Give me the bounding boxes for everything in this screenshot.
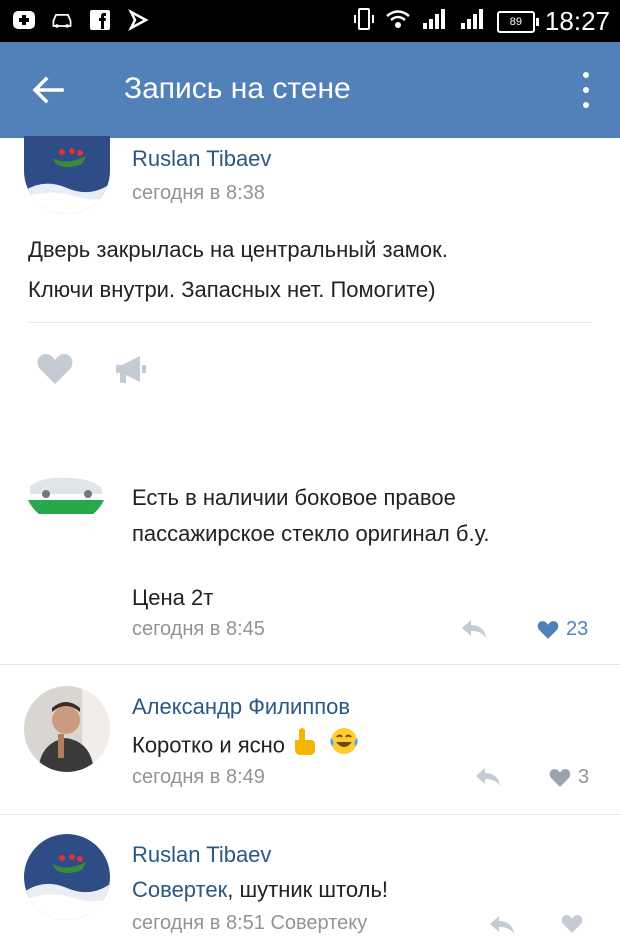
vibrate-icon (353, 6, 375, 37)
battery-icon: 89 (496, 10, 539, 33)
menu-dot (583, 87, 589, 93)
comment-like-count-1: 23 (566, 618, 589, 640)
status-bar: 89 18:27 (0, 0, 620, 42)
comment-author-name-2[interactable]: Александр Филиппов (132, 694, 350, 720)
comment-text-3-content: , шутник штоль! (227, 877, 389, 902)
plus-notification-icon (12, 8, 36, 32)
pointing-hand-emoji-icon (291, 726, 317, 767)
battery-level: 89 (509, 15, 523, 28)
system-status: 89 18:27 (353, 6, 610, 37)
comment-text-2-content: Коротко и ясно (132, 732, 286, 758)
post-author-name[interactable]: Ruslan Tibaev (132, 146, 271, 172)
comment-time-2: сегодня в 8:49 (132, 766, 265, 788)
reply-icon (490, 916, 514, 934)
post-time: сегодня в 8:38 (132, 182, 265, 204)
comment-time-1: сегодня в 8:45 (132, 618, 265, 640)
reply-to-link[interactable]: Совертеку (270, 912, 367, 934)
comment-divider-1 (0, 664, 620, 665)
page-title: Запись на стене (124, 72, 351, 105)
comment-text-1-line-2: пассажирское стекло оригинал б.у. (132, 521, 490, 546)
reply-icon (476, 768, 500, 786)
comment-like-count-2: 3 (578, 766, 590, 788)
comment-reply-button-3[interactable] (488, 914, 516, 941)
comment-text-2: Коротко и ясно (132, 726, 359, 767)
comment-reply-button-1[interactable] (460, 618, 488, 645)
heart-icon (561, 915, 583, 933)
post-author-avatar[interactable] (24, 136, 110, 214)
megaphone-icon (116, 356, 146, 383)
comment-reply-button-2[interactable] (474, 766, 502, 793)
post-text-line-1: Дверь закрылась на центральный замок. (28, 237, 448, 262)
comment-like-button-1[interactable] (536, 620, 560, 645)
comment-time-3: сегодня в 8:51 Совертеку (132, 912, 367, 935)
wifi-icon (385, 8, 411, 35)
comment-avatar-3[interactable] (24, 834, 110, 920)
app-bar: Запись на стене (0, 42, 620, 138)
facebook-icon (88, 8, 112, 32)
heart-icon (549, 769, 571, 787)
post-text-line-2: Ключи внутри. Запасных нет. Помогите) (28, 277, 436, 302)
post-divider (28, 322, 592, 323)
comment-author-name-3[interactable]: Ruslan Tibaev (132, 842, 271, 868)
comment-avatar-2[interactable] (24, 686, 110, 772)
play-arrow-icon (126, 8, 150, 32)
heart-icon (537, 621, 559, 639)
more-options-button[interactable] (578, 72, 594, 108)
reply-icon (462, 620, 486, 638)
post-like-button[interactable] (36, 352, 74, 391)
comment-time-3-value: сегодня в 8:51 (132, 912, 265, 934)
heart-icon (37, 354, 73, 384)
arrow-left-icon (32, 76, 64, 104)
comment-like-button-2[interactable] (548, 768, 572, 793)
clock: 18:27 (544, 6, 610, 36)
comment-text-1-line-1: Есть в наличии боковое правое (132, 485, 456, 510)
menu-dot (583, 102, 589, 108)
comment-avatar-1[interactable] (24, 472, 108, 524)
notification-icons (12, 8, 150, 32)
signal-2-icon (459, 7, 487, 36)
menu-dot (583, 72, 589, 78)
comment-text-1-line-3: Цена 2т (132, 585, 214, 610)
laughing-tears-emoji-icon (329, 726, 359, 767)
mention-link[interactable]: Совертек (132, 877, 227, 902)
car-notification-icon (50, 8, 74, 32)
comment-text-3: Совертек, шутник штоль! (132, 872, 388, 908)
comment-like-button-3[interactable] (560, 914, 584, 939)
back-button[interactable] (28, 70, 68, 110)
comment-divider-2 (0, 814, 620, 815)
post-share-button[interactable] (114, 352, 148, 391)
signal-1-icon (421, 7, 449, 36)
